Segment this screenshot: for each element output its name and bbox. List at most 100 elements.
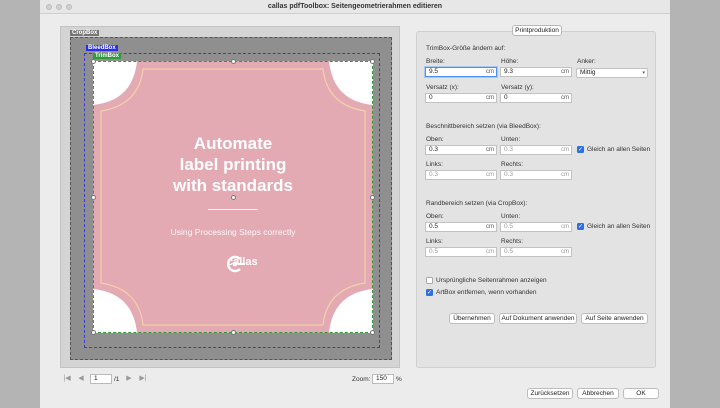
crop-links-unit: cm [486,249,494,255]
bleed-oben-field[interactable]: 0.3 cm [425,145,497,155]
label-title: Automate label printing with standards [93,133,373,196]
versatz-y-unit: cm [561,95,569,101]
page-total: /1 [114,376,120,383]
next-page-button[interactable]: ▶ [124,374,134,384]
crop-same-checkbox[interactable]: ✓ [577,223,584,230]
label-title-line: label printing [179,155,287,174]
ok-button[interactable]: OK [623,388,659,399]
trimbox-label: TrimBox [93,53,122,59]
prev-page-button[interactable]: ◀ [76,374,86,384]
bleed-rechts-unit: cm [561,172,569,178]
crop-oben-field[interactable]: 0.5 cm [425,222,497,232]
crop-links-label: Links: [426,238,443,245]
versatz-y-value: 0 [504,94,508,101]
bleedbox-label: BleedBox [86,45,118,51]
crop-oben-unit: cm [486,224,494,230]
bleed-same-label: Gleich an allen Seiten [587,146,651,153]
crop-unten-value: 0.5 [504,223,514,230]
breite-value: 9.5 [429,68,439,75]
anker-value: Mittig [580,69,596,76]
bleed-oben-value: 0.3 [429,146,439,153]
hoehe-field[interactable]: 9.3 cm [500,67,572,77]
crop-oben-label: Oben: [426,213,444,220]
label-title-line: Automate [193,134,273,153]
trim-handle-top[interactable] [231,59,236,64]
crop-unten-field[interactable]: 0.5 cm [500,222,572,232]
bleed-section-title: Beschnittbereich setzen (via BleedBox): [426,123,541,130]
crop-unten-unit: cm [561,224,569,230]
crop-links-field[interactable]: 0.5 cm [425,247,497,257]
tab-printproduktion[interactable]: Printproduktion [512,25,562,36]
bleed-rechts-value: 0.3 [504,171,514,178]
crop-rechts-value: 0.5 [504,248,514,255]
crop-rechts-label: Rechts: [501,238,524,245]
trim-handle-bottom[interactable] [231,330,236,335]
last-page-button[interactable]: ▶| [138,374,148,384]
trim-handle-bottom-left[interactable] [91,330,96,335]
versatz-x-unit: cm [486,95,494,101]
label-title-line: with standards [173,176,293,195]
label-divider [208,209,258,210]
bleed-links-unit: cm [486,172,494,178]
versatz-y-field[interactable]: 0 cm [500,93,572,103]
breite-field[interactable]: 9.5 cm [425,67,497,77]
bleed-links-label: Links: [426,161,443,168]
hoehe-unit: cm [561,69,569,75]
versatz-y-label: Versatz (y): [501,84,534,91]
bleed-same-checkbox[interactable]: ✓ [577,146,584,153]
bleed-links-value: 0.3 [429,171,439,178]
bleed-oben-label: Oben: [426,136,444,143]
trim-handle-top-left[interactable] [91,59,96,64]
breite-label: Breite: [426,58,445,65]
bleed-rechts-label: Rechts: [501,161,524,168]
crop-links-value: 0.5 [429,248,439,255]
callas-logo-text: callas [227,256,258,268]
close-window-button[interactable] [46,4,52,10]
cropbox-label: CropBox [70,30,100,36]
minimize-window-button[interactable] [56,4,62,10]
original-frames-label: Ursprüngliche Seitenrahmen anzeigen [436,277,547,284]
trim-handle-center[interactable] [231,195,236,200]
trim-handle-top-right[interactable] [370,59,375,64]
bleed-rechts-field[interactable]: 0.3 cm [500,170,572,180]
zoom-window-button[interactable] [66,4,72,10]
crop-oben-value: 0.5 [429,223,439,230]
dialog-window: callas pdfToolbox: Seitengeometrierahmen… [40,0,670,408]
artbox-remove-label: ArtBox entfernen, wenn vorhanden [436,289,537,296]
bleed-unten-value: 0.3 [504,146,514,153]
apply-page-button[interactable]: Auf Seite anwenden [581,313,648,324]
bleed-unten-unit: cm [561,147,569,153]
versatz-x-value: 0 [429,94,433,101]
trim-handle-bottom-right[interactable] [370,330,375,335]
versatz-x-label: Versatz (x): [426,84,459,91]
breite-unit: cm [486,69,494,75]
apply-button[interactable]: Übernehmen [449,313,495,324]
crop-rechts-field[interactable]: 0.5 cm [500,247,572,257]
anker-select[interactable]: Mittig ▾ [576,68,648,78]
zoom-input[interactable]: 150 [372,374,394,384]
bleed-unten-field[interactable]: 0.3 cm [500,145,572,155]
hoehe-label: Höhe: [501,58,519,65]
versatz-x-field[interactable]: 0 cm [425,93,497,103]
trim-section-title: TrimBox-Größe ändern auf: [426,45,506,52]
original-frames-checkbox[interactable] [426,277,433,284]
hoehe-value: 9.3 [504,68,514,75]
first-page-button[interactable]: |◀ [62,374,72,384]
trim-handle-left[interactable] [91,195,96,200]
bleed-oben-unit: cm [486,147,494,153]
bleed-links-field[interactable]: 0.3 cm [425,170,497,180]
cancel-button[interactable]: Abbrechen [577,388,619,399]
reset-button[interactable]: Zurücksetzen [527,388,573,399]
zoom-unit: % [396,376,402,383]
label-subtitle: Using Processing Steps correctly [170,227,296,237]
callas-logo: callas [201,255,271,273]
apply-document-button[interactable]: Auf Dokument anwenden [499,313,577,324]
trim-handle-right[interactable] [370,195,375,200]
crop-unten-label: Unten: [501,213,521,220]
page-preview[interactable]: CropBox TrimBox BleedBox Automate label … [60,26,400,368]
artbox-remove-checkbox[interactable]: ✓ [426,289,433,296]
crop-section-title: Randbereich setzen (via CropBox): [426,200,528,207]
crop-same-label: Gleich an allen Seiten [587,223,651,230]
page-number-input[interactable]: 1 [90,374,112,384]
zoom-label: Zoom: [352,376,371,383]
